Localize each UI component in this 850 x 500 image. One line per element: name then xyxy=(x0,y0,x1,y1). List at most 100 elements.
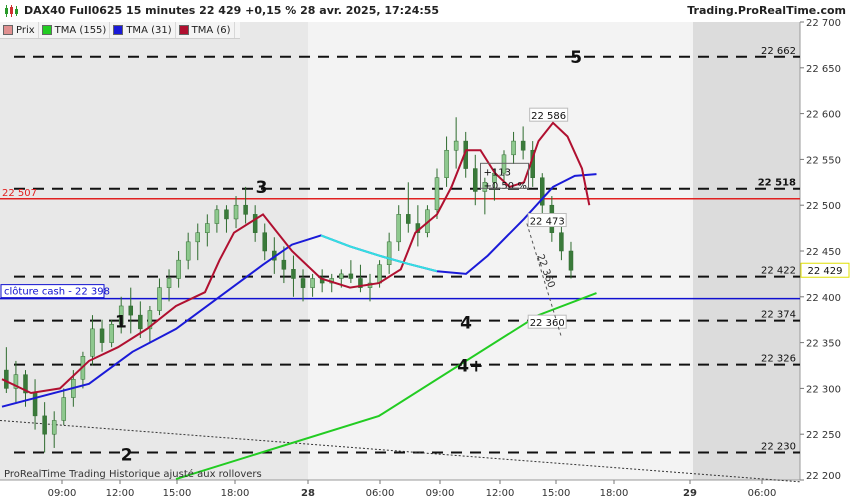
wave-label: 1 xyxy=(115,313,127,333)
price-chart[interactable]: 22 200 22 250 22 300 22 350 22 400 22 450 22 5… xyxy=(0,0,850,500)
session-shade xyxy=(0,22,308,480)
y-tick-label: 22 550 xyxy=(806,155,841,166)
legend-item-prix[interactable]: Prix xyxy=(0,22,39,38)
tma155-swatch-icon xyxy=(41,25,52,35)
candle-body xyxy=(157,287,162,311)
cash-close-label: clôture cash - 22 398 xyxy=(4,286,110,298)
wave-label: 4 xyxy=(460,313,472,333)
candle-body xyxy=(568,250,574,271)
candle-body xyxy=(252,214,258,233)
candle-body xyxy=(99,328,105,343)
candle-body xyxy=(262,232,267,252)
candle-body xyxy=(406,214,411,224)
y-tick-label: 22 450 xyxy=(806,247,841,258)
measure-annotation: +0,50 % xyxy=(484,181,527,192)
price-swatch-icon xyxy=(3,25,13,35)
wave-label: 3 xyxy=(256,178,268,198)
candle-body xyxy=(176,259,181,279)
candle-body xyxy=(348,273,354,279)
candle-body xyxy=(205,223,210,233)
legend-label: TMA (31) xyxy=(126,24,172,36)
level-label: 22 422 xyxy=(761,266,796,277)
candle-body xyxy=(90,328,95,357)
legend-label: TMA (6) xyxy=(191,24,231,36)
x-tick-label: 15:00 xyxy=(163,488,192,499)
legend-label: Prix xyxy=(16,24,35,36)
annotation-label: 22 586 xyxy=(531,111,566,122)
y-tick-label: 22 300 xyxy=(806,384,841,395)
candle-body xyxy=(453,140,459,151)
candle-body xyxy=(138,314,143,330)
last-price-label: 22 429 xyxy=(808,266,843,277)
level-label: 22 326 xyxy=(761,354,796,365)
measure-annotation: +113 xyxy=(484,167,511,178)
legend-label: TMA (155) xyxy=(54,24,107,36)
candle-body xyxy=(377,264,382,284)
annotation-label: 22 360 xyxy=(530,318,565,329)
y-tick-label: 22 250 xyxy=(806,430,841,441)
wave-label: 5 xyxy=(570,48,582,68)
candle-body xyxy=(4,369,9,389)
candle-body xyxy=(559,232,564,252)
candle-body xyxy=(51,420,57,435)
candle-body xyxy=(434,177,440,211)
candle-body xyxy=(243,204,248,215)
candle-body xyxy=(520,140,526,151)
candle-body xyxy=(310,278,315,288)
level-label: 22 374 xyxy=(761,310,796,321)
legend-item-tma31[interactable]: TMA (31) xyxy=(110,22,176,38)
level-label: 22 518 xyxy=(758,178,796,189)
tma6-swatch-icon xyxy=(178,25,189,35)
y-tick-label: 22 400 xyxy=(806,293,841,304)
candle-body xyxy=(473,168,478,192)
tma31-swatch-icon xyxy=(113,25,124,35)
legend-item-tma155[interactable]: TMA (155) xyxy=(39,22,111,38)
candle-body xyxy=(61,397,67,421)
candle-body xyxy=(386,241,392,265)
x-tick-label: 28 xyxy=(301,488,315,499)
x-tick-label: 15:00 xyxy=(542,488,571,499)
x-tick-label: 18:00 xyxy=(600,488,629,499)
footer-note: ProRealTime Trading Historique ajusté au… xyxy=(4,469,262,480)
x-tick-label: 06:00 xyxy=(366,488,395,499)
wave-label: 4+ xyxy=(457,357,483,377)
y-tick-label: 22 500 xyxy=(806,201,841,212)
candle-body xyxy=(281,259,287,270)
candle-body xyxy=(291,269,296,279)
candle-body xyxy=(224,209,229,220)
x-tick-label: 06:00 xyxy=(748,488,777,499)
legend-item-tma6[interactable]: TMA (6) xyxy=(176,22,235,38)
x-tick-label: 18:00 xyxy=(221,488,250,499)
candle-body xyxy=(233,204,239,220)
wave-label: 2 xyxy=(121,445,133,465)
annotation-label: 22 473 xyxy=(530,217,565,228)
level-label: 22 230 xyxy=(761,442,796,453)
candle-body xyxy=(42,415,47,435)
x-tick-label: 12:00 xyxy=(106,488,135,499)
candle-body xyxy=(185,241,191,261)
candle-body xyxy=(396,214,401,243)
x-tick-label: 09:00 xyxy=(426,488,455,499)
candle-body xyxy=(109,324,114,343)
candle-body xyxy=(128,305,134,316)
x-tick-label: 29 xyxy=(683,488,697,499)
y-tick-label: 22 350 xyxy=(806,339,841,350)
candle-body xyxy=(195,232,200,243)
candle-body xyxy=(32,392,38,417)
candle-body xyxy=(166,278,172,288)
x-tick-label: 09:00 xyxy=(48,488,77,499)
y-tick-label: 22 650 xyxy=(806,64,841,75)
indicator-legend: Prix TMA (155) TMA (31) TMA (6) xyxy=(0,22,240,39)
y-tick-label: 22 200 xyxy=(806,471,841,482)
candle-body xyxy=(214,209,220,224)
red-level-label: 22 507 xyxy=(2,188,37,199)
candle-body xyxy=(300,278,306,288)
candle-body xyxy=(444,149,449,178)
session-shade xyxy=(693,22,800,480)
y-tick-label: 22 600 xyxy=(806,110,841,121)
x-tick-label: 12:00 xyxy=(486,488,515,499)
candle-body xyxy=(339,273,344,279)
level-label: 22 662 xyxy=(761,46,796,57)
y-tick-label: 22 700 xyxy=(806,18,841,29)
candle-body xyxy=(511,140,516,156)
